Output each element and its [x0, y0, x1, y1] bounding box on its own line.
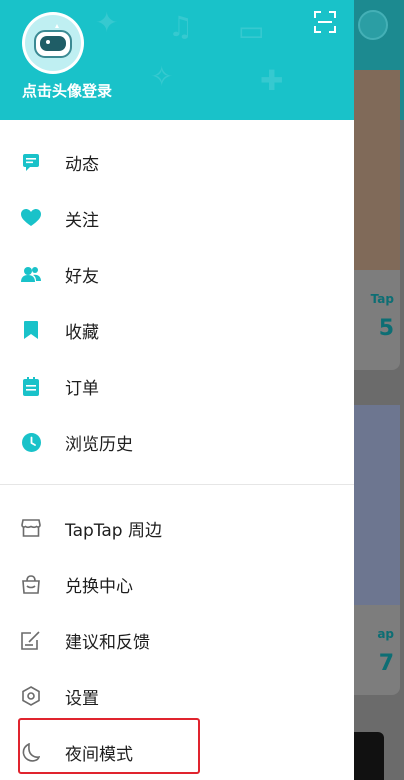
heart-icon — [21, 208, 41, 228]
background-avatar — [358, 10, 388, 40]
decor-gamepad-icon: ✚ — [260, 64, 284, 97]
scan-icon[interactable] — [314, 11, 336, 33]
menu-item-friends[interactable]: 好友 — [0, 246, 354, 302]
menu-item-label: 浏览历史 — [65, 434, 133, 455]
background-card: ap 7 — [354, 405, 400, 695]
background-card-number: 7 — [378, 651, 394, 676]
background-card-title: ap — [377, 627, 394, 641]
feedback-edit-icon — [21, 630, 41, 650]
watermark: Bai 经验 — [280, 742, 347, 761]
shopping-bag-icon — [21, 574, 41, 594]
menu-item-label: TapTap 周边 — [65, 520, 162, 541]
menu-item-label: 兑换中心 — [65, 576, 133, 597]
order-icon — [21, 376, 41, 396]
menu-item-label: 关注 — [65, 210, 99, 231]
friends-icon — [21, 264, 41, 284]
decor-gamepad-icon: ✦ — [95, 6, 119, 39]
decor-music-icon: ♫ — [168, 10, 194, 43]
menu-item-settings[interactable]: 设置 — [0, 668, 354, 724]
menu-item-history[interactable]: 浏览历史 — [0, 414, 354, 470]
menu-item-taptap-merch[interactable]: TapTap 周边 — [0, 500, 354, 556]
menu-item-label: 设置 — [65, 688, 99, 709]
menu-item-label: 建议和反馈 — [65, 632, 150, 653]
decor-controller-icon: ▭ — [238, 14, 265, 47]
dynamic-icon — [21, 152, 41, 172]
background-app: Tap 5 ap 7 — [354, 0, 404, 780]
background-card-image — [354, 405, 400, 605]
menu-item-follow[interactable]: 关注 — [0, 190, 354, 246]
menu-item-redeem-center[interactable]: 兑换中心 — [0, 556, 354, 612]
bookmark-icon — [21, 320, 41, 340]
background-card-title: Tap — [370, 292, 394, 306]
menu-item-label: 动态 — [65, 154, 99, 175]
menu-item-dynamic[interactable]: 动态 — [0, 134, 354, 190]
menu-item-label: 订单 — [65, 378, 99, 399]
menu-item-label: 好友 — [65, 266, 99, 287]
menu-item-feedback[interactable]: 建议和反馈 — [0, 612, 354, 668]
highlight-box — [18, 718, 200, 774]
background-card: Tap 5 — [354, 70, 400, 370]
background-card-number: 5 — [378, 316, 394, 341]
settings-icon — [21, 686, 41, 706]
decor-star-icon: ✧ — [150, 60, 174, 93]
background-card-image — [354, 70, 400, 270]
menu-item-favorites[interactable]: 收藏 — [0, 302, 354, 358]
store-icon — [21, 518, 41, 538]
astronaut-avatar-icon — [25, 15, 81, 71]
menu-divider — [0, 484, 354, 485]
navigation-drawer: ✦ ♫ ▭ ✧ ✚ 点击头像登录 动态 关注 好友 收藏 订单 浏览历史 Tap… — [0, 0, 354, 780]
drawer-header: ✦ ♫ ▭ ✧ ✚ 点击头像登录 — [0, 0, 354, 120]
avatar[interactable] — [22, 12, 84, 74]
menu-item-orders[interactable]: 订单 — [0, 358, 354, 414]
menu-item-label: 收藏 — [65, 322, 99, 343]
login-prompt[interactable]: 点击头像登录 — [22, 80, 112, 101]
clock-icon — [21, 432, 41, 452]
